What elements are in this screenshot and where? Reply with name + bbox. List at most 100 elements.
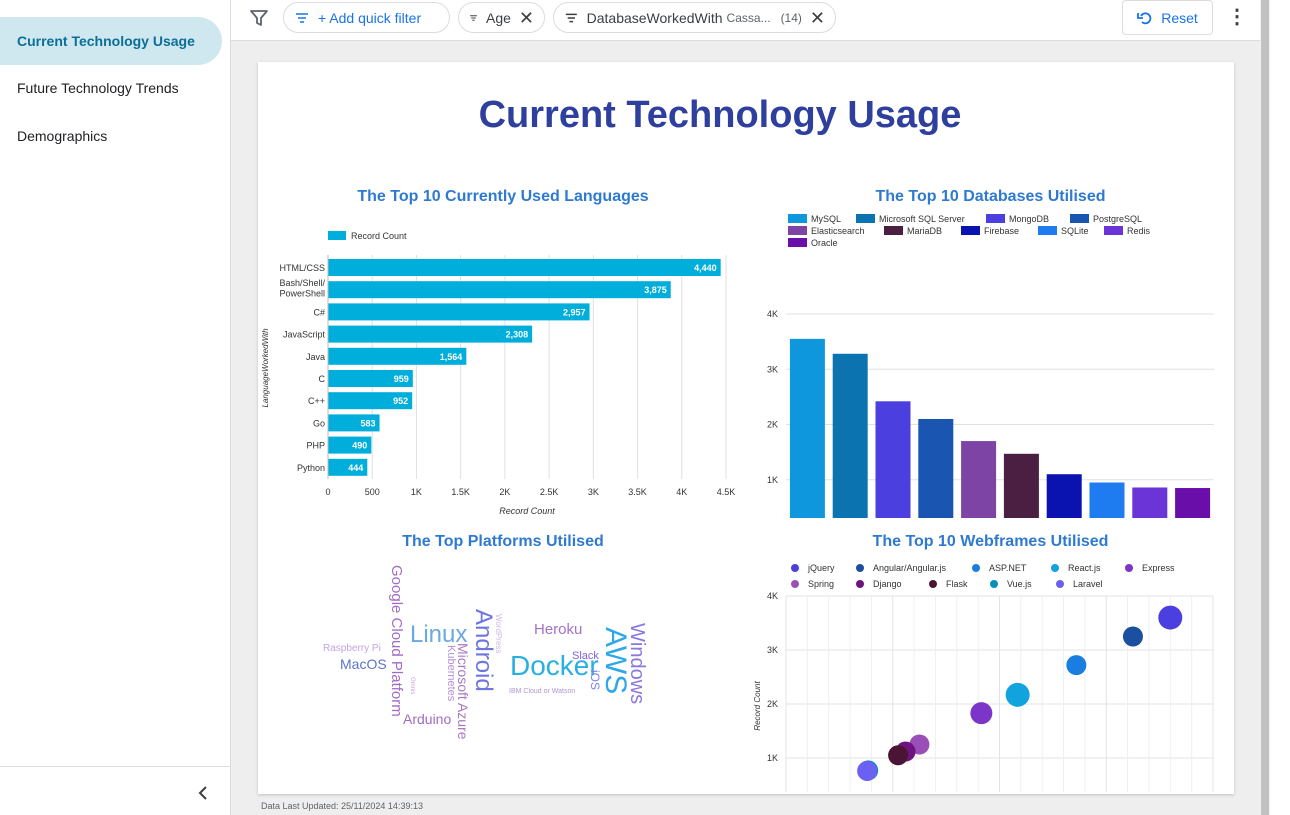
languages-bar-chart[interactable]: Record Count 0 500 1K 1.5K 2K 2.5K 3K 3.5K 4K 4.5K… bbox=[258, 222, 748, 522]
legend-label: Django bbox=[873, 579, 902, 589]
bar bbox=[328, 281, 671, 299]
legend-label: Elasticsearch bbox=[811, 226, 865, 236]
category-label: C# bbox=[313, 307, 325, 317]
nav-item-future-technology-trends[interactable]: Future Technology Trends bbox=[0, 64, 222, 112]
bar bbox=[328, 259, 721, 276]
database-filter-chip[interactable]: DatabaseWorkedWith Cassa... (14) ✕ bbox=[553, 2, 836, 33]
bar bbox=[1089, 482, 1125, 518]
word-cloud-term: Raspberry Pi bbox=[323, 643, 381, 654]
legend-marker bbox=[791, 580, 799, 588]
y-tick-label: 3K bbox=[767, 364, 778, 374]
legend-swatch bbox=[788, 238, 807, 247]
category-label: JavaScript bbox=[283, 330, 326, 340]
filter-list-icon bbox=[470, 14, 477, 21]
y-tick-label: 1K bbox=[767, 475, 778, 485]
y-axis-label: LanguageWorkedWith bbox=[261, 328, 270, 408]
bar bbox=[1046, 474, 1082, 518]
nav-item-current-technology-usage[interactable]: Current Technology Usage bbox=[0, 17, 222, 65]
databases-bar-chart[interactable]: MySQL Microsoft SQL Server MongoDB PostgreS… bbox=[758, 208, 1228, 518]
scatter-point bbox=[970, 702, 993, 725]
bar-value-label: 4,440 bbox=[694, 263, 717, 273]
bar bbox=[328, 325, 533, 343]
category-label: PHP bbox=[306, 441, 325, 451]
legend-marker bbox=[856, 564, 864, 572]
page-title: Current Technology Usage bbox=[478, 94, 962, 136]
word-cloud-term: iOS bbox=[588, 670, 602, 690]
close-icon[interactable]: ✕ bbox=[519, 9, 534, 27]
legend-swatch bbox=[788, 226, 807, 235]
category-label: Java bbox=[306, 352, 325, 362]
bar-value-label: 952 bbox=[393, 396, 408, 406]
scatter-point bbox=[1066, 655, 1087, 676]
word-cloud-term: IBM Cloud or Watson bbox=[509, 688, 575, 695]
platforms-chart-title: The Top Platforms Utilised bbox=[402, 533, 604, 550]
platforms-word-cloud[interactable]: Google Cloud Platform Linux AndroidMicroso… bbox=[298, 557, 718, 757]
scatter-point bbox=[1158, 605, 1183, 630]
legend-marker bbox=[1051, 564, 1059, 572]
word-cloud-term: Google Cloud Platform bbox=[388, 565, 405, 717]
bar bbox=[1175, 488, 1211, 518]
legend-label: jQuery bbox=[807, 563, 835, 573]
bar bbox=[328, 303, 590, 321]
x-tick-label: 0 bbox=[325, 487, 330, 497]
legend-marker bbox=[972, 564, 980, 572]
webframes-scatter-chart[interactable]: jQuery Angular/Angular.js ASP.NET React.js E… bbox=[738, 557, 1228, 792]
collapse-sidebar-button[interactable] bbox=[190, 780, 216, 806]
scatter-point bbox=[857, 760, 878, 781]
legend-label: Vue.js bbox=[1007, 579, 1032, 589]
close-icon[interactable]: ✕ bbox=[810, 9, 825, 27]
bar-value-label: 2,957 bbox=[563, 307, 586, 317]
age-filter-chip[interactable]: Age ✕ bbox=[458, 2, 545, 33]
legend-swatch bbox=[788, 214, 807, 223]
bar bbox=[918, 418, 954, 518]
word-cloud-term: Slack bbox=[572, 650, 599, 662]
legend-label: React.js bbox=[1068, 563, 1101, 573]
reset-label: Reset bbox=[1161, 9, 1198, 26]
more-options-icon[interactable]: ⋮ bbox=[1226, 4, 1248, 32]
legend-label: ASP.NET bbox=[989, 563, 1027, 573]
bar bbox=[961, 441, 997, 518]
legend-label: Express bbox=[1142, 563, 1175, 573]
legend-label: MariaDB bbox=[907, 226, 942, 236]
databases-chart-title: The Top 10 Databases Utilised bbox=[875, 188, 1106, 205]
languages-chart-title: The Top 10 Currently Used Languages bbox=[357, 188, 649, 205]
vertical-scrollbar[interactable] bbox=[1260, 0, 1270, 815]
bar-value-label: 583 bbox=[361, 418, 376, 428]
sidebar: Current Technology Usage Future Technolo… bbox=[0, 0, 231, 815]
legend-label: Angular/Angular.js bbox=[873, 563, 947, 573]
legend-swatch bbox=[1104, 226, 1123, 235]
scrollbar-thumb[interactable] bbox=[1261, 0, 1269, 815]
y-tick-label: 2K bbox=[767, 420, 778, 430]
legend-label: Flask bbox=[946, 579, 968, 589]
chevron-left-icon bbox=[198, 786, 207, 800]
nav-item-demographics[interactable]: Demographics bbox=[0, 112, 222, 160]
filter-icon[interactable] bbox=[247, 6, 271, 30]
legend-marker bbox=[929, 580, 937, 588]
add-quick-filter-button[interactable]: + Add quick filter bbox=[283, 2, 450, 33]
bar-value-label: 3,875 bbox=[644, 285, 667, 295]
bar bbox=[832, 353, 868, 518]
category-label: C bbox=[319, 374, 326, 384]
legend-label: PostgreSQL bbox=[1093, 214, 1142, 224]
legend-label: Oracle bbox=[811, 238, 838, 248]
bar bbox=[1132, 487, 1168, 518]
word-cloud-term: Android bbox=[470, 609, 497, 692]
word-cloud-term: Windows bbox=[626, 623, 648, 704]
reset-button[interactable]: Reset bbox=[1122, 0, 1213, 35]
y-tick-label: 4K bbox=[767, 591, 778, 601]
legend-swatch bbox=[856, 214, 875, 223]
report-page: Current Technology Usage The Top 10 Curr… bbox=[258, 62, 1234, 794]
filter-toolbar: + Add quick filter Age ✕ DatabaseWorkedW… bbox=[231, 0, 1270, 41]
webframes-chart-title: The Top 10 Webframes Utilised bbox=[872, 533, 1109, 550]
add-quick-filter-label: + Add quick filter bbox=[318, 9, 422, 26]
data-last-updated: Data Last Updated: 25/11/2024 14:39:13 bbox=[261, 801, 423, 811]
x-tick-label: 1K bbox=[411, 487, 422, 497]
y-tick-label: 2K bbox=[767, 699, 778, 709]
undo-icon bbox=[1137, 11, 1152, 24]
legend-swatch bbox=[328, 231, 346, 240]
legend-label: Spring bbox=[808, 579, 834, 589]
category-label: HTML/CSS bbox=[279, 263, 325, 273]
age-chip-label: Age bbox=[485, 9, 511, 26]
scatter-point bbox=[1122, 626, 1143, 647]
word-cloud-term: WordPress bbox=[494, 614, 503, 653]
